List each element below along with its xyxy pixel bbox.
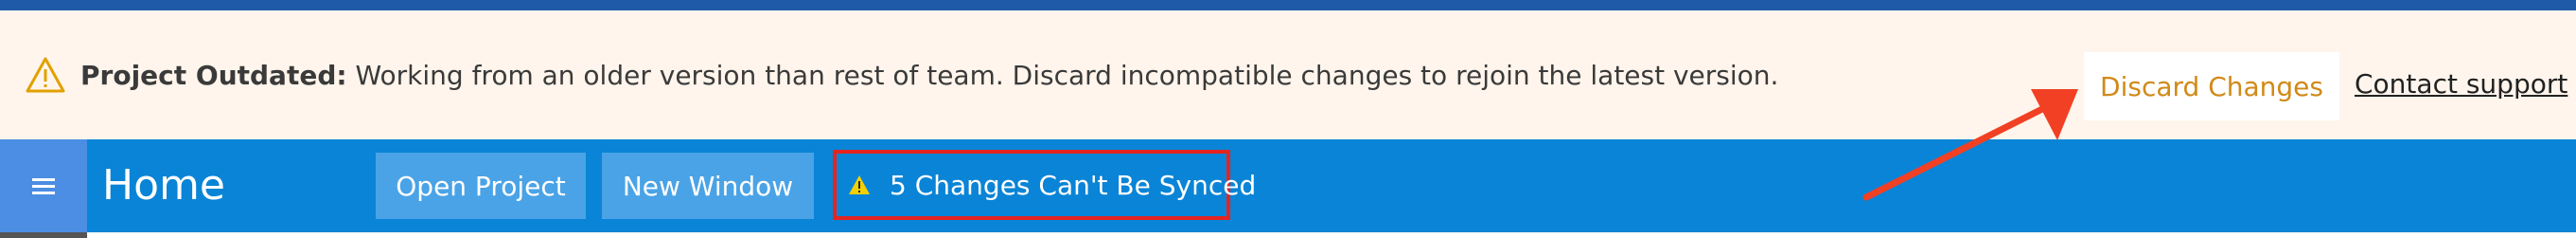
outdated-banner: Project Outdated: Working from an older … xyxy=(0,10,2576,139)
contact-support-link[interactable]: Contact support xyxy=(2355,68,2567,101)
banner-title: Project Outdated: xyxy=(80,60,347,91)
open-project-button[interactable]: Open Project xyxy=(376,153,586,219)
annotation-arrow-icon xyxy=(1862,89,2078,201)
sync-warning-badge[interactable]: 5 Changes Can't Be Synced xyxy=(833,150,1256,220)
sidebar-edge xyxy=(0,232,87,238)
sync-warning-label: 5 Changes Can't Be Synced xyxy=(890,169,1257,201)
discard-changes-button[interactable]: Discard Changes xyxy=(2084,52,2339,120)
new-window-button[interactable]: New Window xyxy=(602,153,814,219)
warning-triangle-icon xyxy=(25,56,66,94)
banner-body: Working from an older version than rest … xyxy=(346,60,1779,91)
hamburger-bars xyxy=(32,174,55,198)
warning-icon xyxy=(848,174,871,195)
top-strip xyxy=(0,0,2576,10)
page-title: Home xyxy=(102,161,225,210)
banner-message: Project Outdated: Working from an older … xyxy=(80,60,1778,92)
bottom-edge xyxy=(0,232,2576,238)
hamburger-icon[interactable] xyxy=(0,139,87,232)
